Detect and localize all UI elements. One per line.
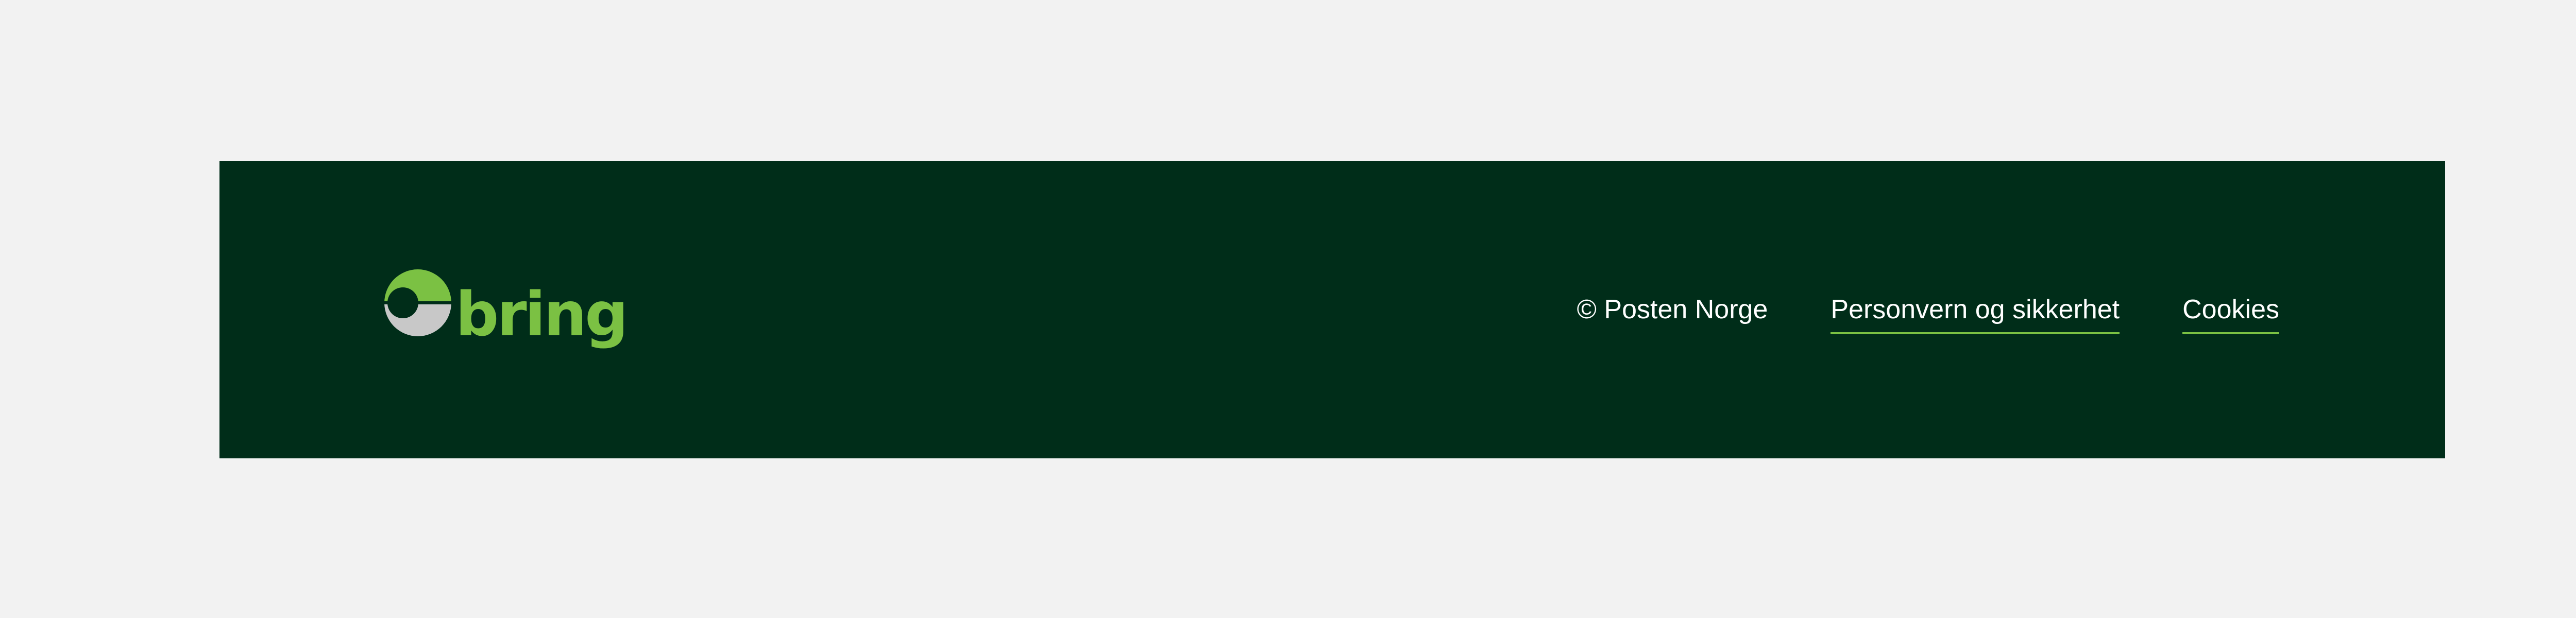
site-footer: bring © Posten Norge Personvern og sikke… bbox=[219, 161, 2445, 458]
privacy-security-link[interactable]: Personvern og sikkerhet bbox=[1831, 294, 2120, 334]
bring-logo[interactable]: bring bbox=[384, 269, 629, 350]
copyright-text: © Posten Norge bbox=[1577, 295, 1768, 324]
footer-links: © Posten Norge Personvern og sikkerhet C… bbox=[1577, 294, 2279, 334]
bring-logo-icon: bring bbox=[384, 269, 629, 350]
cookies-link[interactable]: Cookies bbox=[2182, 294, 2279, 334]
bring-wordmark: bring bbox=[455, 279, 626, 350]
